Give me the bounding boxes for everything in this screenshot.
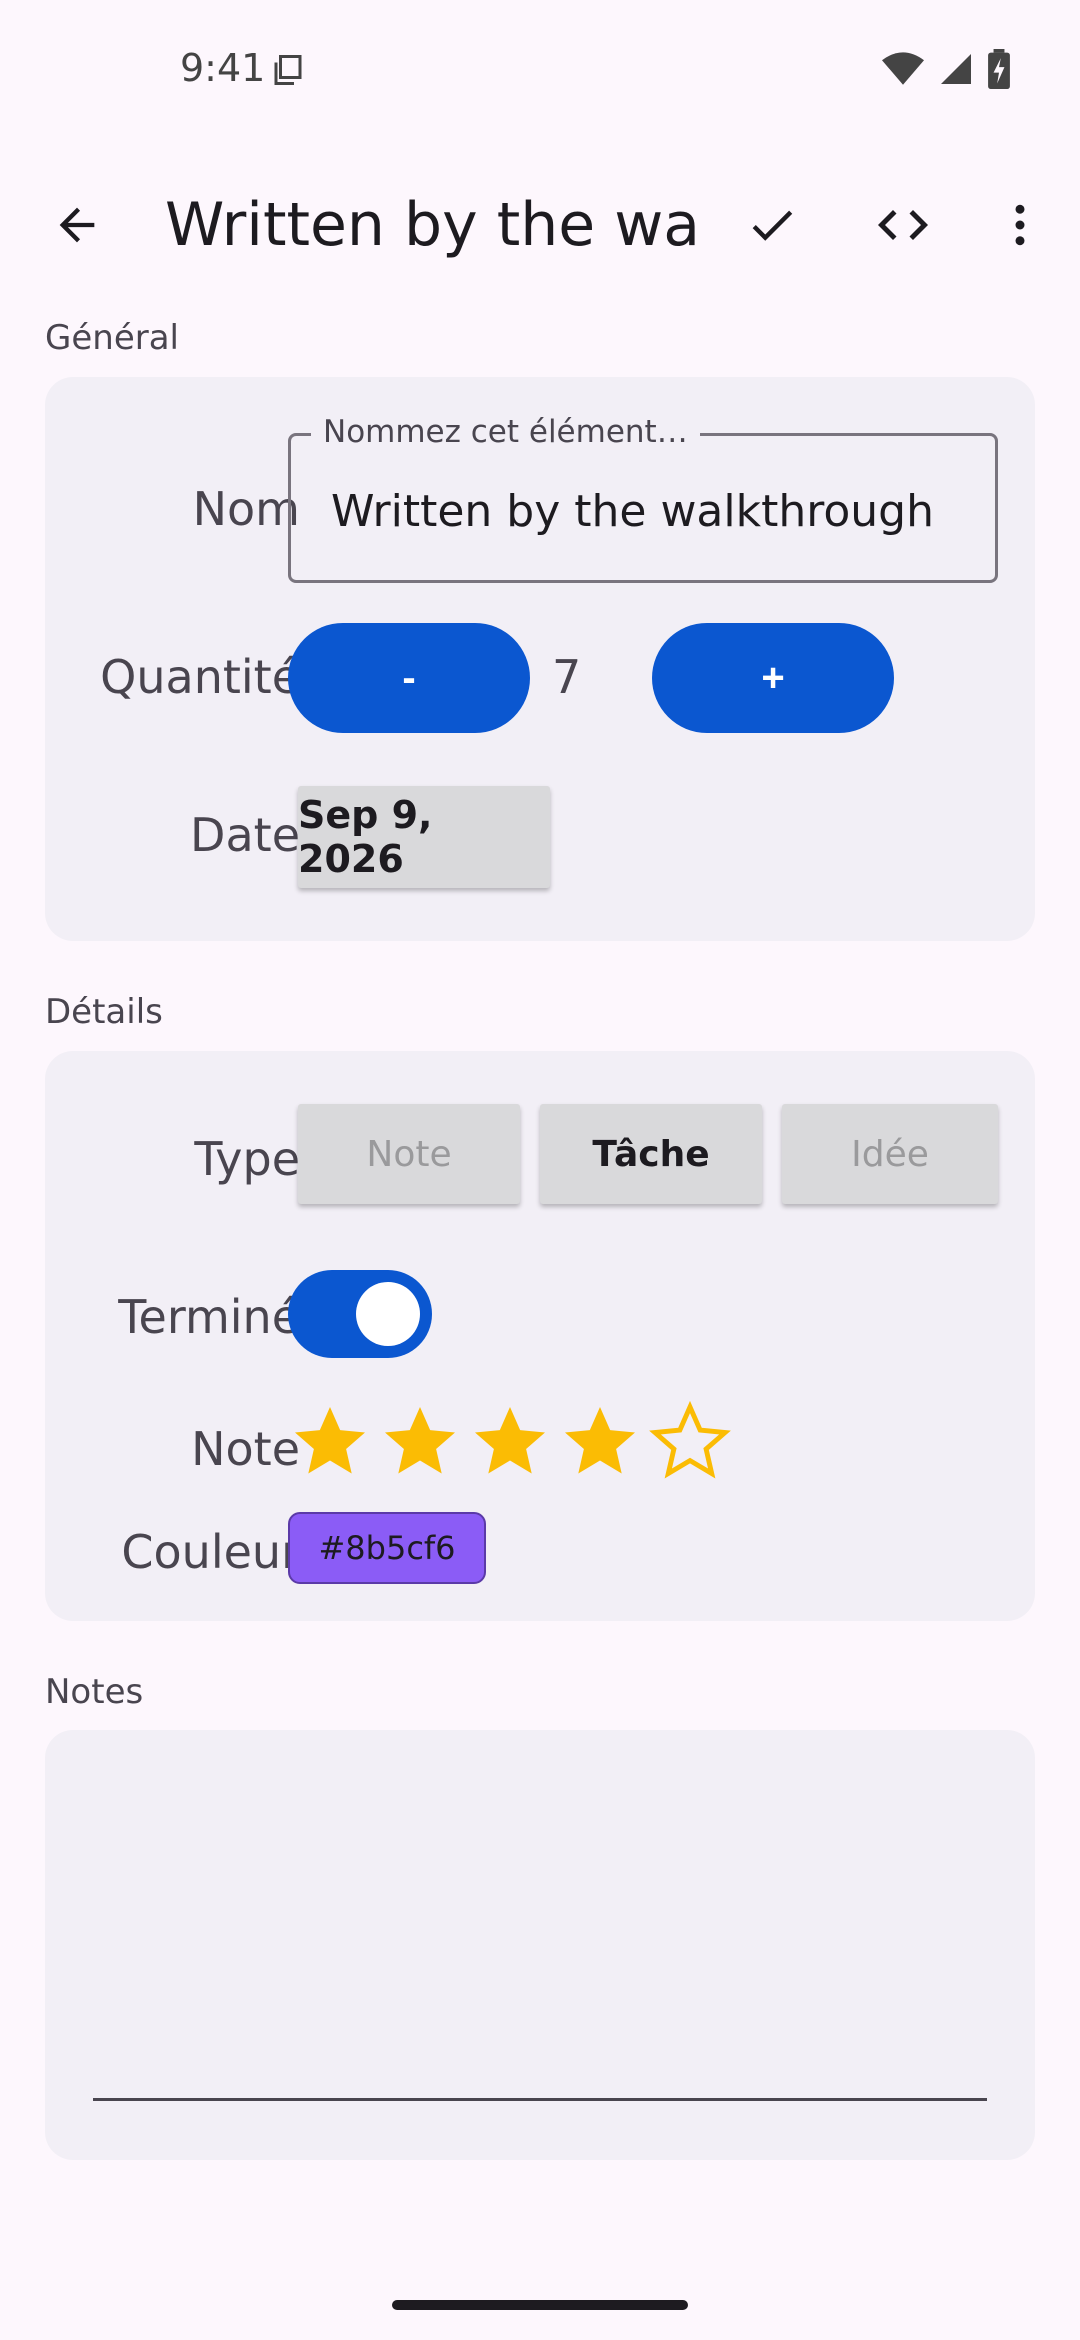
wifi-icon <box>882 52 924 85</box>
check-icon <box>752 210 793 241</box>
more-options-button[interactable] <box>970 175 1070 275</box>
view-source-button[interactable] <box>853 175 953 275</box>
more-vert-icon <box>1015 204 1025 246</box>
name-input-value: Written by the walkthrough <box>331 486 934 537</box>
star-outline-icon[interactable] <box>648 1400 732 1484</box>
done-toggle[interactable] <box>288 1270 432 1358</box>
home-indicator[interactable] <box>392 2300 688 2310</box>
section-label-notes: Notes <box>45 1672 144 1712</box>
rating-stars <box>288 1400 732 1484</box>
type-option-idea[interactable]: Idée <box>782 1104 998 1204</box>
name-field-floating-label: Nommez cet élément… <box>311 414 700 450</box>
increment-button[interactable]: + <box>652 623 894 733</box>
name-input[interactable]: Nommez cet élément… Written by the walkt… <box>288 414 998 583</box>
top-app-bar: Written by the wal… <box>0 160 1080 290</box>
status-bar: 9:41 <box>0 0 1080 140</box>
section-label-general: Général <box>45 318 179 358</box>
screen: 9:41 Written by the wal… <box>0 0 1080 2340</box>
color-picker-chip[interactable]: #8b5cf6 <box>288 1512 486 1584</box>
section-label-details: Détails <box>45 992 163 1032</box>
name-label: Nom <box>192 482 300 536</box>
star-filled-icon[interactable] <box>468 1400 552 1484</box>
status-icons <box>882 48 1010 90</box>
type-option-note[interactable]: Note <box>298 1104 520 1204</box>
notes-input-underline <box>93 2098 987 2101</box>
back-button[interactable] <box>27 175 127 275</box>
decrement-button[interactable]: - <box>288 623 530 733</box>
rating-label: Note <box>191 1422 300 1476</box>
type-label: Type <box>194 1132 300 1186</box>
notes-input[interactable] <box>45 1730 1035 2160</box>
quantity-label: Quantité <box>100 650 300 704</box>
code-icon <box>878 210 928 240</box>
toggle-knob <box>356 1282 420 1346</box>
page-title: Written by the wal… <box>165 190 695 260</box>
status-time: 9:41 <box>180 46 266 90</box>
color-label: Couleur <box>121 1525 300 1579</box>
star-filled-icon[interactable] <box>378 1400 462 1484</box>
type-option-task[interactable]: Tâche <box>540 1104 762 1204</box>
signal-icon <box>941 54 971 84</box>
save-button[interactable] <box>722 175 822 275</box>
quantity-value: 7 <box>552 650 582 704</box>
back-arrow-icon <box>59 207 95 243</box>
screenshot-notification-icon <box>274 55 302 85</box>
done-label: Terminé <box>118 1290 300 1344</box>
star-filled-icon[interactable] <box>288 1400 372 1484</box>
battery-icon <box>988 49 1010 89</box>
date-picker-button[interactable]: Sep 9, 2026 <box>298 786 550 888</box>
date-label: Date <box>190 808 300 862</box>
star-filled-icon[interactable] <box>558 1400 642 1484</box>
